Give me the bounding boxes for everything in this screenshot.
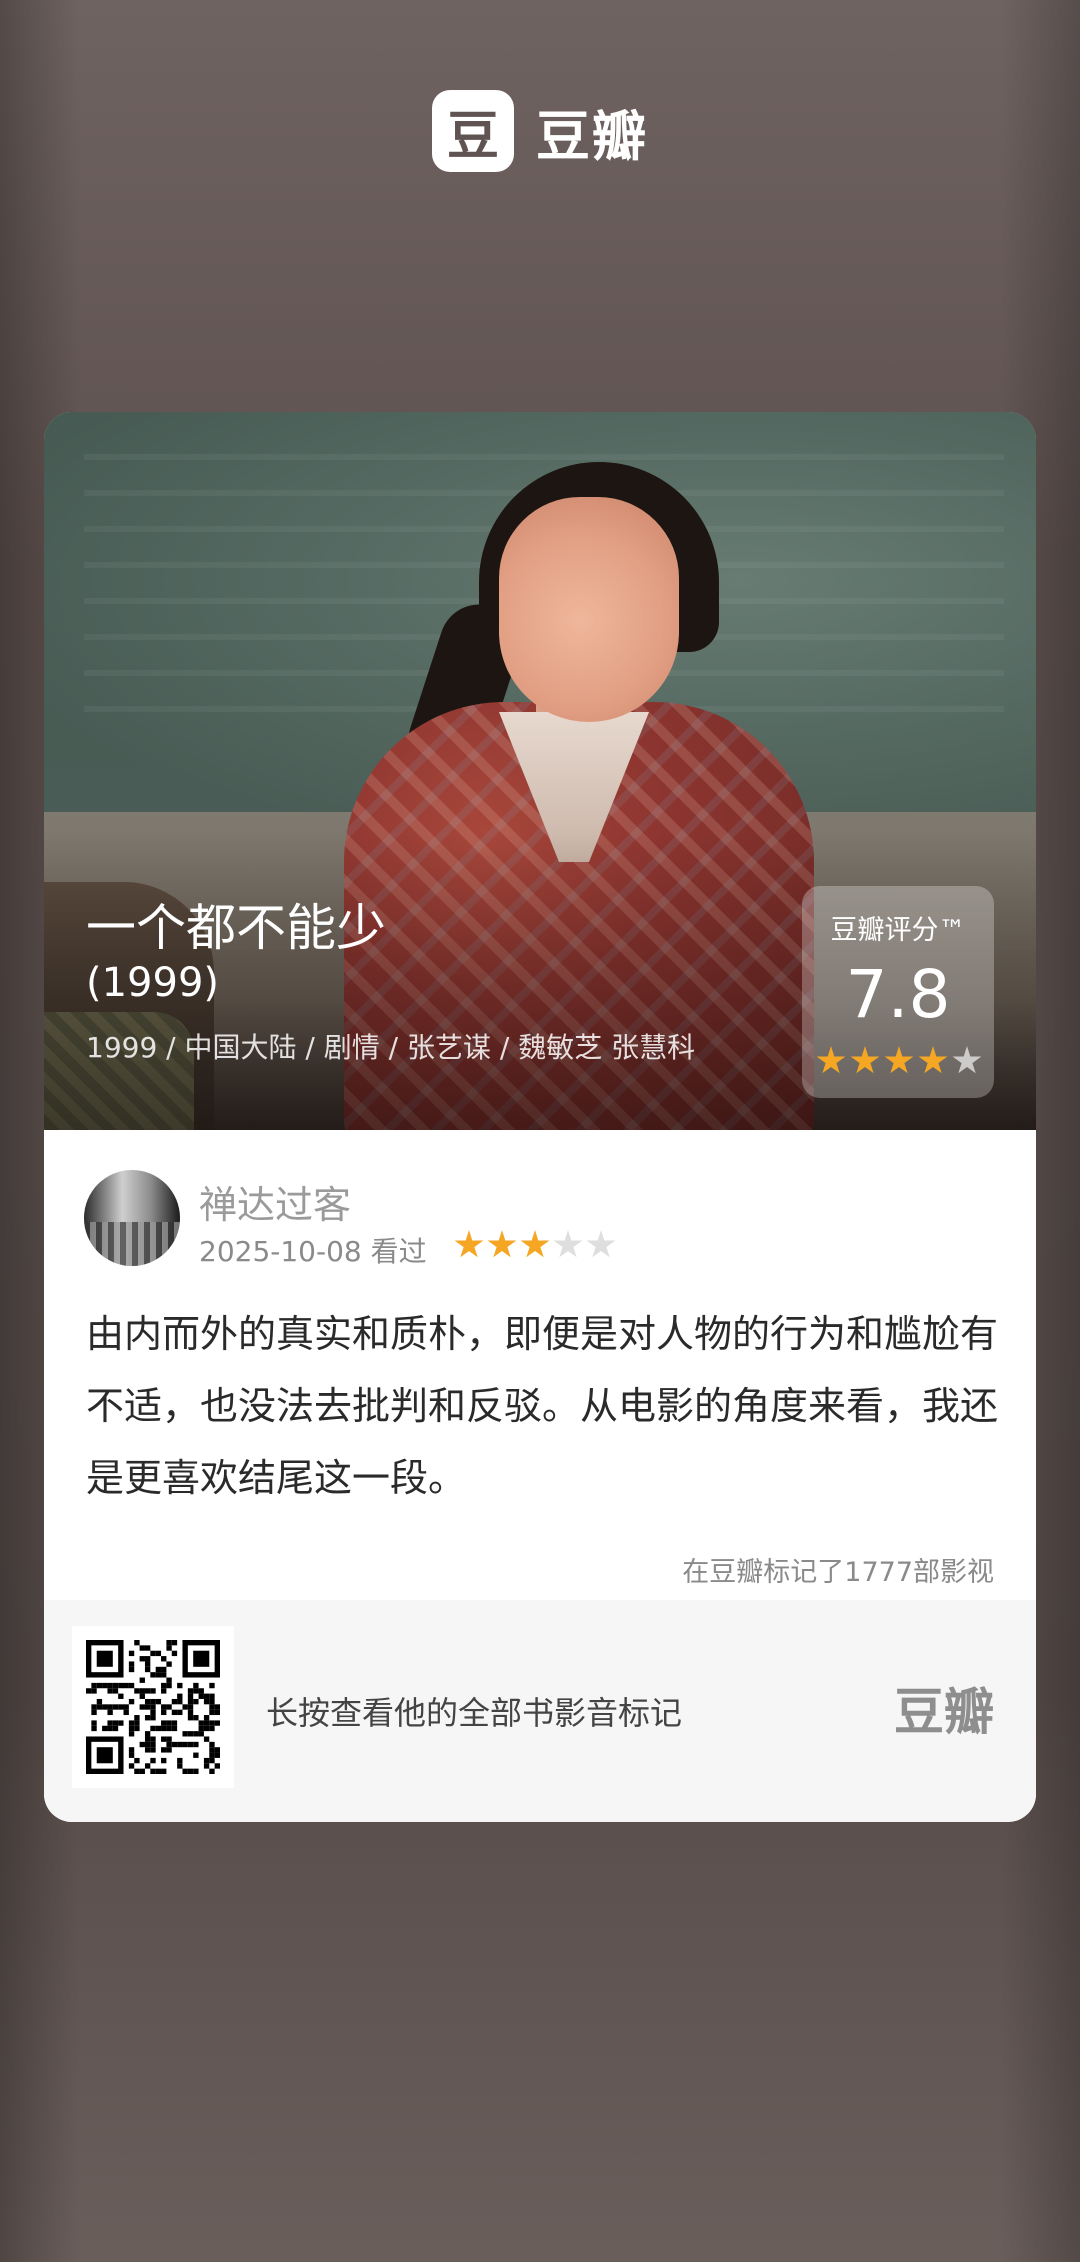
rating-stars xyxy=(816,1046,982,1076)
share-card[interactable]: 一个都不能少 (1999) 1999 / 中国大陆 / 剧情 / 张艺谋 / 魏… xyxy=(44,412,1036,1822)
star-filled-icon xyxy=(884,1046,914,1074)
review-text: 由内而外的真实和质朴，即便是对人物的行为和尴尬有不适，也没法去批判和反驳。从电影… xyxy=(86,1312,999,1500)
star-empty-icon xyxy=(586,1230,616,1258)
user-rating-stars xyxy=(454,1230,616,1260)
review-date: 2025-10-08 看过 xyxy=(199,1235,427,1268)
star-filled-icon xyxy=(454,1230,484,1258)
qr-code[interactable] xyxy=(72,1626,234,1788)
brand-name: 豆瓣 xyxy=(536,104,648,168)
card-footer: 长按查看他的全部书影音标记 豆瓣 xyxy=(44,1600,1036,1822)
star-filled-icon xyxy=(487,1230,517,1258)
user-name[interactable]: 禅达过客 xyxy=(199,1174,351,1229)
movie-title: 一个都不能少 xyxy=(86,899,386,957)
douban-logo-icon: 豆 xyxy=(432,90,514,172)
star-filled-icon xyxy=(850,1046,880,1074)
star-empty-icon xyxy=(553,1230,583,1258)
rating-label: 豆瓣评分™ xyxy=(830,915,966,946)
douban-rating-box: 豆瓣评分™ 7.8 xyxy=(802,886,994,1098)
movie-year: (1999) xyxy=(86,960,220,1006)
star-filled-icon xyxy=(520,1230,550,1258)
review-section: 禅达过客 2025-10-08 看过 由内而外的真实和质朴，即便是对人物的行为和… xyxy=(44,1130,1036,1600)
star-filled-icon xyxy=(816,1046,846,1074)
movie-meta: 1999 / 中国大陆 / 剧情 / 张艺谋 / 魏敏芝 张慧科 xyxy=(86,1031,696,1064)
qr-code-icon xyxy=(86,1640,220,1774)
brand-header: 豆 豆瓣 xyxy=(0,90,1080,172)
rating-value: 7.8 xyxy=(845,956,951,1033)
star-filled-icon xyxy=(918,1046,948,1074)
mark-count: 在豆瓣标记了1777部影视 xyxy=(682,1557,994,1588)
footer-douban-logo: 豆瓣 xyxy=(894,1683,994,1741)
footer-prompt: 长按查看他的全部书影音标记 xyxy=(266,1694,683,1732)
avatar[interactable] xyxy=(84,1170,180,1266)
movie-poster[interactable]: 一个都不能少 (1999) 1999 / 中国大陆 / 剧情 / 张艺谋 / 魏… xyxy=(44,412,1036,1130)
poster-girl-face xyxy=(499,497,679,722)
star-empty-icon xyxy=(952,1046,982,1074)
